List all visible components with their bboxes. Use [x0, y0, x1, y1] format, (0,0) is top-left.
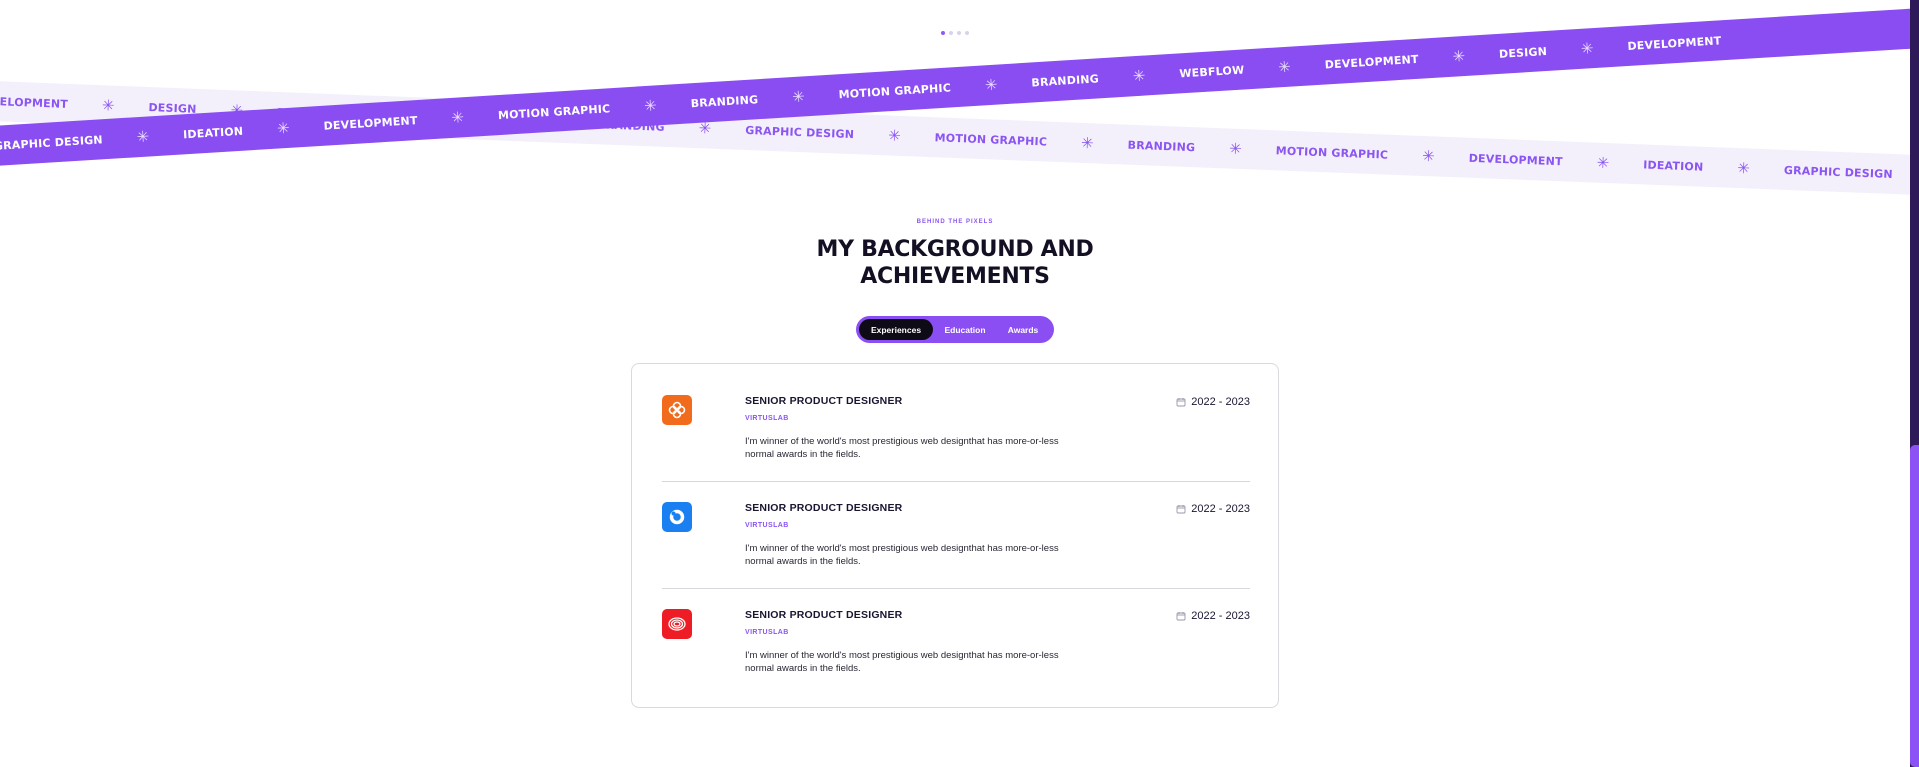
- asterisk-icon: ✳: [1080, 133, 1095, 152]
- experience-description: I'm winner of the world's most prestigio…: [745, 650, 1059, 674]
- marquee-word: IDEATION: [1643, 157, 1704, 174]
- tab-experiences[interactable]: Experiences: [859, 319, 933, 340]
- experience-card: SENIOR PRODUCT DESIGNER VIRTUSLAB I'm wi…: [631, 363, 1279, 708]
- date-text: 2022 - 2023: [1191, 396, 1250, 408]
- experience-role: SENIOR PRODUCT DESIGNER: [745, 609, 903, 621]
- slider-dot[interactable]: [941, 31, 945, 35]
- marquee-word: GRAPHIC DESIGN: [745, 123, 855, 141]
- marquee-word: DEVELOPMENT: [1468, 151, 1563, 168]
- asterisk-icon: ✳: [101, 95, 115, 115]
- experience-date: 2022 - 2023: [1176, 396, 1250, 408]
- marquee-word: WEBFLOW: [1178, 62, 1245, 80]
- asterisk-icon: ✳: [136, 126, 150, 146]
- date-text: 2022 - 2023: [1191, 610, 1250, 622]
- asterisk-icon: ✳: [1451, 46, 1466, 66]
- marquee-word: GRAPHIC DESIGN: [1783, 163, 1894, 181]
- experience-date: 2022 - 2023: [1176, 610, 1250, 622]
- divider: [662, 588, 1250, 589]
- experience-date: 2022 - 2023: [1176, 503, 1250, 515]
- experience-company[interactable]: VIRTUSLAB: [745, 415, 789, 422]
- slider-dot[interactable]: [949, 31, 953, 35]
- asterisk-icon: ✳: [276, 118, 291, 138]
- marquee-word: BRANDING: [1030, 71, 1100, 89]
- tab-awards[interactable]: Awards: [997, 319, 1049, 340]
- marquee-word: BRANDING: [1127, 138, 1196, 154]
- marquee-word: MOTION GRAPHIC: [497, 101, 611, 122]
- experience-role: SENIOR PRODUCT DESIGNER: [745, 502, 903, 514]
- date-text: 2022 - 2023: [1191, 503, 1250, 515]
- experience-description: I'm winner of the world's most prestigio…: [745, 436, 1059, 460]
- asterisk-icon: ✳: [1228, 139, 1243, 158]
- calendar-icon: [1176, 612, 1186, 621]
- calendar-icon: [1176, 505, 1186, 514]
- marquee-word: BRANDING: [690, 92, 759, 110]
- flower-logo-icon: [662, 395, 692, 425]
- background-tabs: Experiences Education Awards: [856, 316, 1054, 343]
- asterisk-icon: ✳: [887, 125, 902, 145]
- asterisk-icon: ✳: [1421, 146, 1436, 165]
- experience-role: SENIOR PRODUCT DESIGNER: [745, 395, 903, 407]
- tab-education[interactable]: Education: [933, 319, 997, 340]
- asterisk-icon: ✳: [643, 95, 658, 115]
- asterisk-icon: ✳: [984, 75, 998, 94]
- marquee-word: MOTION GRAPHIC: [838, 80, 952, 101]
- marquee-word: DEVELOPMENT: [1627, 33, 1722, 53]
- marquee-word: MOTION GRAPHIC: [1275, 143, 1389, 162]
- marquee-word: DEVELOPMENT: [1324, 52, 1419, 72]
- divider: [662, 481, 1250, 482]
- section-title-line: MY BACKGROUND AND: [816, 237, 1094, 262]
- concentric-logo-icon: [662, 609, 692, 639]
- marquee-word: DEVELOPMENT: [323, 113, 418, 133]
- slider-dot[interactable]: [957, 31, 961, 35]
- experience-company[interactable]: VIRTUSLAB: [745, 629, 789, 636]
- slider-dot[interactable]: [965, 31, 969, 35]
- calendar-icon: [1176, 398, 1186, 407]
- asterisk-icon: ✳: [1277, 57, 1292, 76]
- asterisk-icon: ✳: [450, 107, 465, 127]
- slider-dots: [941, 31, 969, 35]
- asterisk-icon: ✳: [1132, 66, 1146, 85]
- marquee-word: IDEATION: [182, 124, 244, 141]
- asterisk-icon: ✳: [1580, 38, 1595, 58]
- section-title: MY BACKGROUND AND ACHIEVEMENTS: [0, 236, 1910, 290]
- ring-logo-icon: [662, 502, 692, 532]
- asterisk-icon: ✳: [1596, 153, 1610, 172]
- experience-company[interactable]: VIRTUSLAB: [745, 522, 789, 529]
- section-eyebrow: BEHIND THE PIXELS: [916, 219, 994, 225]
- asterisk-icon: ✳: [1737, 158, 1751, 178]
- experience-description: I'm winner of the world's most prestigio…: [745, 543, 1059, 567]
- marquee-word: DESIGN: [1498, 44, 1548, 61]
- scrollbar-thumb[interactable]: [1910, 445, 1919, 767]
- marquee-word: DEVELOPMENT: [0, 93, 69, 111]
- marquee-word: GRAPHIC DESIGN: [0, 132, 104, 153]
- section-title-line: ACHIEVEMENTS: [860, 264, 1050, 289]
- asterisk-icon: ✳: [791, 86, 806, 106]
- marquee-word: MOTION GRAPHIC: [934, 130, 1048, 149]
- asterisk-icon: ✳: [698, 118, 712, 138]
